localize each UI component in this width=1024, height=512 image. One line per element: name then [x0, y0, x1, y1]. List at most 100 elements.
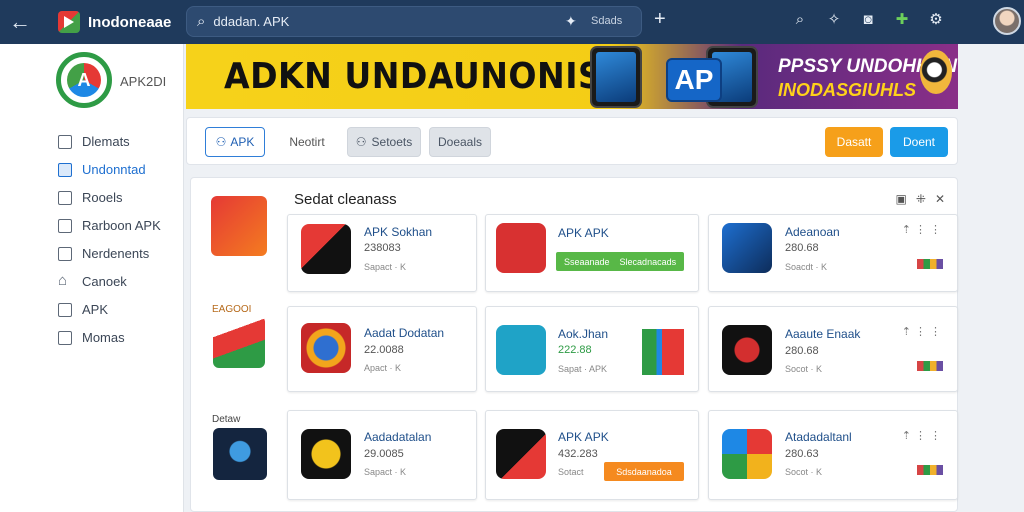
app-card[interactable]: Aadat Dodatan 22.0088 Apact · K — [287, 306, 477, 392]
app-icon — [722, 429, 772, 479]
app-size: 280.68 — [785, 242, 819, 254]
folder-icon — [58, 219, 72, 233]
download-icon — [58, 163, 72, 177]
mascot-icon — [920, 50, 952, 94]
close-icon[interactable]: ✕ — [935, 192, 945, 206]
sidebar-item-label: Undonntad — [82, 162, 146, 177]
sidebar-item-label: Nerdenents — [82, 246, 150, 261]
sidebar-item-label: Rooels — [82, 190, 123, 205]
app-meta: Sapat · APK — [558, 364, 608, 374]
search-tag[interactable]: Sdads — [591, 15, 622, 27]
app-name: APK APK — [558, 430, 609, 444]
banner-headline: ADKN UNDAUNONISIA — [224, 56, 642, 97]
sidebar-item-nerdenents[interactable]: Nerdenents — [58, 244, 178, 264]
sidebar-item-label: Canoek — [82, 274, 127, 289]
app-card[interactable]: Aaaute Enaak 280.68 Socot · K ⇡⋮⋮ — [708, 306, 958, 392]
app-card[interactable]: Aadadatalan 29.0085 Sapact · K — [287, 410, 477, 500]
app-size: 222.88 — [558, 344, 592, 356]
side-label: Detaw — [212, 414, 241, 425]
grid-icon[interactable]: ⁜ — [916, 192, 926, 206]
app-card[interactable]: Atadadaltanl 280.63 Socot · K ⇡⋮⋮ — [708, 410, 958, 500]
install-chip[interactable]: Sdsdaanadoa — [604, 462, 684, 481]
user-icon: ⚇ — [215, 135, 227, 149]
brand-logo[interactable] — [56, 52, 112, 108]
dasatt-button[interactable]: Dasatt — [825, 127, 883, 157]
install-chip[interactable]: Sseaanade Slecadnacads — [556, 252, 684, 271]
avatar[interactable] — [993, 7, 1021, 35]
list-icon — [58, 247, 72, 261]
app-name: Aok.Jhan — [558, 327, 609, 341]
app-size: 280.68 — [785, 345, 819, 357]
app-icon — [496, 429, 546, 479]
brand-logo-mark — [67, 63, 101, 97]
page-icon — [58, 331, 72, 345]
app-size: 432.283 — [558, 448, 598, 460]
app-card[interactable]: APK Sokhan 238083 Sapact · K — [287, 214, 477, 292]
search-icon: ⌕ — [197, 13, 206, 30]
chip-label: Slecadnacads — [619, 256, 677, 267]
sidebar-item-label: APK — [82, 302, 109, 317]
save-icon[interactable]: ▣ — [896, 192, 907, 206]
app-icon-featured-3[interactable] — [213, 428, 267, 480]
neotirt-button[interactable]: Neotirt — [283, 127, 331, 157]
apk-button-label: APK — [230, 135, 255, 149]
app-icon-featured-1[interactable] — [211, 196, 267, 256]
rating-bars — [917, 465, 943, 475]
app-card[interactable]: Adeanoan 280.68 Soacdt · K ⇡⋮⋮ — [708, 214, 958, 292]
camera-icon[interactable]: ◙ — [858, 9, 878, 29]
more-icon[interactable]: ⇡⋮⋮ — [902, 223, 945, 236]
sidebar-item-undonntad[interactable]: Undonntad — [58, 160, 178, 180]
more-icon[interactable]: ⇡⋮⋮ — [902, 429, 945, 442]
more-icon[interactable]: ⇡⋮⋮ — [902, 325, 945, 338]
sidebar-item-apk[interactable]: APK — [58, 300, 178, 320]
app-meta: Sapact · K — [364, 262, 407, 272]
sidebar-item-canoek[interactable]: Canoek — [58, 271, 178, 292]
search-input[interactable]: ⌕ ddadan. APK ✦ Sdads — [186, 6, 642, 37]
setoets-button[interactable]: ⚇ Setoets — [347, 127, 421, 157]
app-meta: Apact · K — [364, 363, 402, 373]
arrow-left-icon[interactable]: ← — [2, 4, 38, 40]
app-icon-featured-2[interactable] — [213, 316, 265, 368]
search-text: ddadan. APK — [213, 14, 290, 29]
app-meta: Sapact · K — [364, 467, 407, 477]
app-meta: Soacdt · K — [785, 262, 828, 272]
panel-title: Sedat cleanass — [294, 191, 397, 208]
voice-icon[interactable]: ✦ — [565, 13, 577, 30]
sidebar-item-dlemats[interactable]: Dlemats — [58, 132, 178, 152]
app-size: 29.0085 — [364, 448, 404, 460]
rating-bars — [917, 259, 943, 269]
app-name: Atadadaltanl — [785, 430, 852, 444]
sidebar: APK2DI Dlemats Undonntad Rooels Rarboon … — [0, 44, 184, 512]
document-icon — [58, 135, 72, 149]
app-card[interactable]: Aok.Jhan 222.88 Sapat · APK — [485, 306, 699, 392]
doeaals-button[interactable]: Doeaals — [429, 127, 491, 157]
app-name: APK Sokhan — [364, 225, 433, 239]
apk-button[interactable]: ⚇ APK — [205, 127, 265, 157]
box-icon — [58, 303, 72, 317]
promo-banner[interactable]: ADKN UNDAUNONISIA AP PPSSY UNDOHHAN INOD… — [186, 44, 958, 109]
sidebar-item-rarboon-apk[interactable]: Rarboon APK — [58, 216, 178, 236]
puzzle-icon[interactable]: ✚ — [892, 9, 912, 29]
filter-toolbar: ⚇ APK Neotirt ⚇ Setoets Doeaals Dasatt Doe… — [186, 117, 958, 165]
app-meta: Socot · K — [785, 467, 823, 477]
app-name: APK APK — [558, 226, 609, 240]
doent-button[interactable]: Doent — [890, 127, 948, 157]
tools-icon — [58, 191, 72, 205]
search-icon[interactable]: ⌕ — [790, 9, 810, 29]
app-card[interactable]: APK APK 432.283 Sotact Sdsdaanadoa — [485, 410, 699, 500]
app-meta: Sotact — [558, 467, 584, 477]
app-logo — [58, 11, 80, 33]
app-title: Inodoneaae — [88, 13, 172, 31]
settings-icon[interactable]: ⚙ — [926, 9, 946, 29]
sparkle-icon[interactable]: ✧ — [824, 9, 844, 29]
app-card[interactable]: APK APK Sseaanade Slecadnacads — [485, 214, 699, 292]
sidebar-item-rooels[interactable]: Rooels — [58, 188, 178, 208]
home-icon — [58, 271, 72, 291]
app-size: 238083 — [364, 242, 401, 254]
sidebar-item-momas[interactable]: Momas — [58, 328, 178, 348]
panel-tools: ▣ ⁜ ✕ — [896, 192, 945, 206]
brand-name: APK2DI — [120, 74, 167, 89]
sidebar-item-label: Dlemats — [82, 134, 130, 149]
sidebar-item-label: Rarboon APK — [82, 218, 161, 233]
plus-icon[interactable]: + — [654, 8, 666, 31]
